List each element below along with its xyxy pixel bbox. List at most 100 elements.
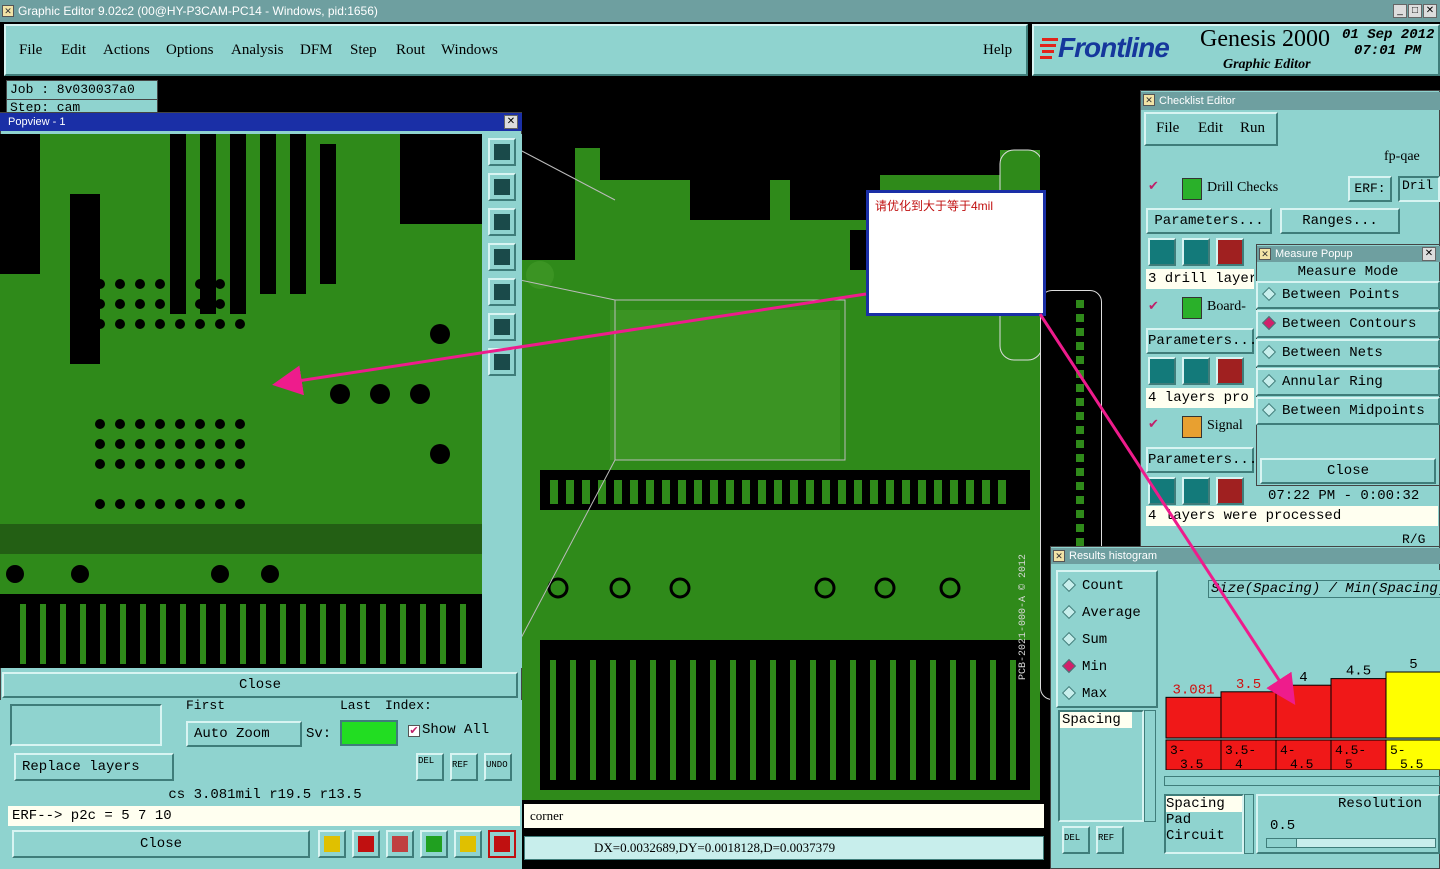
stat-min[interactable]: Min xyxy=(1061,659,1107,675)
signal-run-icon[interactable] xyxy=(1148,477,1176,505)
measure-close-icon[interactable]: ✕ xyxy=(1422,247,1436,261)
histogram-bar[interactable] xyxy=(1165,696,1222,739)
type-spacing[interactable]: Spacing xyxy=(1166,796,1242,812)
erf-button[interactable]: ERF: xyxy=(1348,176,1392,202)
green-tool-icon[interactable] xyxy=(420,830,448,858)
minimize-button[interactable]: _ xyxy=(1393,4,1407,18)
signal-parameters-button[interactable]: Parameters... xyxy=(1146,447,1257,473)
popview-pan-right-icon[interactable] xyxy=(488,278,516,306)
drill-parameters-button[interactable]: Parameters... xyxy=(1146,208,1272,234)
run-icon[interactable] xyxy=(1148,238,1176,266)
red-layer-icon[interactable] xyxy=(352,830,380,858)
rg-label: R/G xyxy=(1402,532,1426,547)
signal-stop-icon[interactable] xyxy=(1216,477,1244,505)
menu-windows[interactable]: Windows xyxy=(441,42,498,59)
range-label: 4- xyxy=(1280,743,1296,758)
menu-actions[interactable]: Actions xyxy=(103,42,150,59)
type-scrollbar[interactable] xyxy=(1244,794,1254,854)
checklist-menu-edit[interactable]: Edit xyxy=(1198,120,1223,137)
measure-titlebar: ✕ Measure Popup xyxy=(1257,246,1440,262)
checklist-app-icon: ✕ xyxy=(1143,94,1155,106)
stat-average[interactable]: Average xyxy=(1061,605,1141,621)
show-all-checkbox[interactable]: ✔ xyxy=(408,725,420,737)
menu-analysis[interactable]: Analysis xyxy=(231,42,284,59)
measure-option-annular-ring[interactable]: Annular Ring xyxy=(1256,368,1440,396)
popview-pan-down-icon[interactable] xyxy=(488,208,516,236)
layer-tool-icon[interactable] xyxy=(318,830,346,858)
hist-ref-button[interactable]: REF xyxy=(1096,826,1124,854)
drill-checks-check-icon[interactable]: ✔ xyxy=(1148,178,1160,193)
menu-help[interactable]: Help xyxy=(983,42,1012,59)
layer-list[interactable] xyxy=(10,704,162,746)
last-button[interactable]: Last xyxy=(340,698,371,713)
stat-count[interactable]: Count xyxy=(1061,578,1125,594)
maximize-button[interactable]: □ xyxy=(1408,4,1422,18)
stat-sum[interactable]: Sum xyxy=(1061,632,1108,648)
histogram-bars[interactable]: 3.0813-3.53.53.5-444-4.54.54.5-555-5.5 xyxy=(1160,570,1440,770)
histogram-bar[interactable] xyxy=(1220,691,1277,739)
measure-option-between-midpoints[interactable]: Between Midpoints xyxy=(1256,397,1440,425)
popview-zoom-fit-icon[interactable] xyxy=(488,138,516,166)
popview-zoom-in-icon[interactable] xyxy=(488,313,516,341)
menu-file[interactable]: File xyxy=(19,42,42,59)
ref-button[interactable]: REF xyxy=(450,753,478,781)
histogram-bar[interactable] xyxy=(1385,671,1440,739)
type-pad[interactable]: Pad xyxy=(1166,812,1242,828)
histogram-icon[interactable] xyxy=(488,830,516,858)
auto-zoom-dropdown[interactable]: Auto Zoom xyxy=(186,721,302,747)
replace-layers-button[interactable]: Replace layers xyxy=(14,753,174,781)
sv-color-select[interactable] xyxy=(340,720,398,746)
stat-sum-label: Sum xyxy=(1082,632,1108,648)
stat-count-label: Count xyxy=(1082,578,1125,594)
del-button[interactable]: DEL xyxy=(416,753,444,781)
menu-edit[interactable]: Edit xyxy=(61,42,86,59)
erf-field[interactable]: Dril xyxy=(1398,176,1440,202)
checklist-name: fp-qae xyxy=(1384,149,1420,164)
board-run-all-icon[interactable] xyxy=(1182,357,1210,385)
menu-options[interactable]: Options xyxy=(166,42,214,59)
popview-pan-left-icon[interactable] xyxy=(488,243,516,271)
popview-pan-up-icon[interactable] xyxy=(488,173,516,201)
board-stop-icon[interactable] xyxy=(1216,357,1244,385)
histogram-scrollbar[interactable] xyxy=(1164,776,1440,786)
popview-close-icon[interactable]: ✕ xyxy=(504,115,518,129)
stat-max[interactable]: Max xyxy=(1061,686,1107,702)
histogram-bar[interactable] xyxy=(1330,678,1387,739)
ref-label: REF xyxy=(452,760,469,770)
type-list[interactable]: Spacing Pad Circuit xyxy=(1164,794,1244,854)
stop-icon[interactable] xyxy=(1216,238,1244,266)
histogram-bar[interactable] xyxy=(1275,684,1332,739)
resolution-slider[interactable] xyxy=(1266,838,1436,848)
signal-run-all-icon[interactable] xyxy=(1182,477,1210,505)
board-run-icon[interactable] xyxy=(1148,357,1176,385)
notes-icon[interactable] xyxy=(454,830,482,858)
measure-option-between-nets[interactable]: Between Nets xyxy=(1256,339,1440,367)
undo-button[interactable]: UNDO xyxy=(484,753,512,781)
popview-pcb-canvas[interactable] xyxy=(0,134,482,668)
menu-step[interactable]: Step xyxy=(350,42,377,59)
signal-check-icon[interactable]: ✔ xyxy=(1148,416,1159,432)
board-check-icon[interactable]: ✔ xyxy=(1148,298,1159,314)
category-list[interactable]: Spacing xyxy=(1058,710,1144,822)
close-window-button[interactable]: ✕ xyxy=(1423,4,1437,18)
board-parameters-button[interactable]: Parameters... xyxy=(1146,328,1257,354)
menu-dfm[interactable]: DFM xyxy=(300,42,333,59)
menu-rout[interactable]: Rout xyxy=(396,42,425,59)
measure-option-between-points[interactable]: Between Points xyxy=(1256,281,1440,309)
category-scrollbar[interactable] xyxy=(1144,710,1156,822)
popview-close-button[interactable]: Close xyxy=(2,672,518,698)
checklist-menu-run[interactable]: Run xyxy=(1240,120,1265,137)
checklist-menu-file[interactable]: File xyxy=(1156,120,1179,137)
category-spacing[interactable]: Spacing xyxy=(1060,712,1132,728)
type-circuit[interactable]: Circuit xyxy=(1166,828,1242,844)
popview-zoom-out-icon[interactable] xyxy=(488,348,516,376)
first-button[interactable]: First xyxy=(186,698,225,713)
disabled-tool-icon[interactable] xyxy=(386,830,414,858)
radio-icon xyxy=(1061,605,1077,620)
drill-ranges-button[interactable]: Ranges... xyxy=(1280,208,1400,234)
hist-del-button[interactable]: DEL xyxy=(1062,826,1090,854)
run-all-icon[interactable] xyxy=(1182,238,1210,266)
bottom-close-button[interactable]: Close xyxy=(12,830,310,858)
measure-option-between-contours[interactable]: Between Contours xyxy=(1256,310,1440,338)
measure-close-button[interactable]: Close xyxy=(1260,458,1436,484)
